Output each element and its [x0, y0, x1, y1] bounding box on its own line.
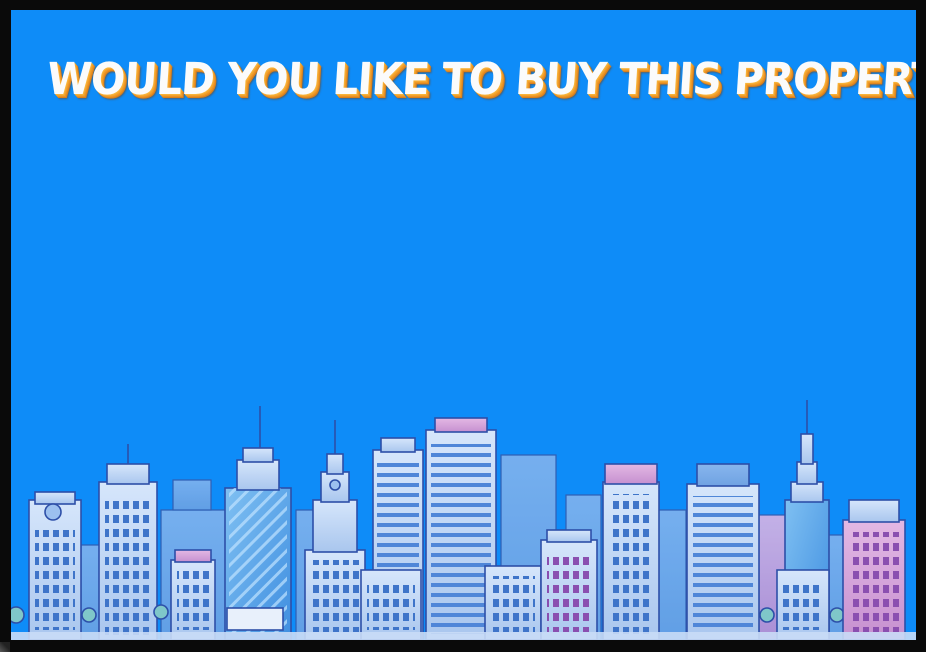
window-resize-corner[interactable]	[0, 642, 10, 652]
city-skyline-illustration	[11, 400, 916, 640]
dialog-title: WOULD YOU LIKE TO BUY THIS PROPERTY?	[45, 54, 916, 105]
buy-property-dialog: WOULD YOU LIKE TO BUY THIS PROPERTY?	[11, 10, 916, 640]
game-window: WOULD YOU LIKE TO BUY THIS PROPERTY?	[0, 0, 926, 652]
